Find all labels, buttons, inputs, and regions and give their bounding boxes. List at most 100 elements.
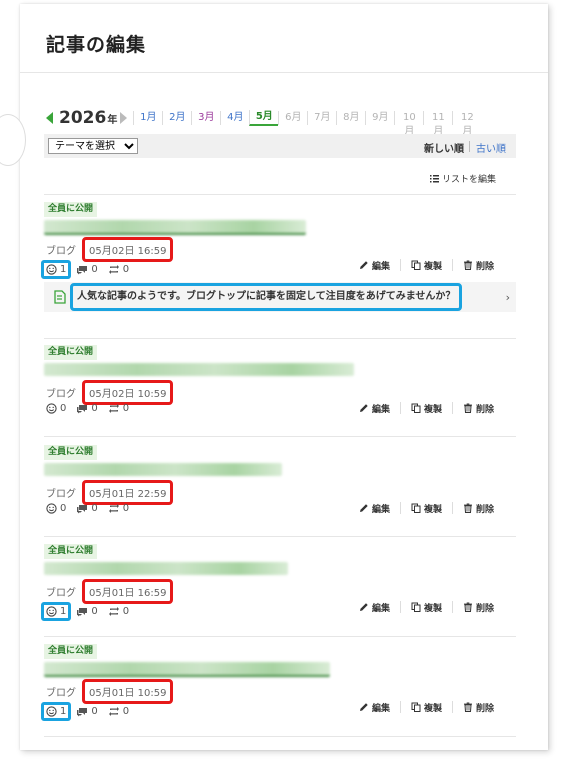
delete-button[interactable]: 削除	[451, 502, 504, 515]
month-2[interactable]: 2月	[162, 111, 191, 125]
edit-button[interactable]: 編集	[349, 701, 400, 714]
comment-stat: 0	[76, 606, 98, 617]
list-divider	[44, 194, 516, 195]
year-unit: 年	[107, 114, 118, 126]
delete-button[interactable]: 削除	[451, 259, 504, 272]
copy-button[interactable]: 複製	[399, 402, 452, 415]
month-7: 7月	[307, 111, 336, 125]
comment-icon	[76, 607, 88, 617]
article-stats: 1 0 0	[41, 702, 139, 721]
month-1[interactable]: 1月	[133, 111, 162, 125]
prev-year-arrow-icon[interactable]	[46, 112, 53, 124]
copy-button[interactable]: 複製	[399, 701, 452, 714]
article-category[interactable]: ブログ	[46, 242, 76, 257]
article-category[interactable]: ブログ	[46, 684, 76, 699]
edit-articles-panel: 記事の編集 2026 年 1月 2月 3月 4月 5月 6月 7月 8月 9月 …	[0, 4, 548, 750]
sort-newest[interactable]: 新しい順	[424, 140, 464, 155]
visibility-badge: 全員に公開	[44, 544, 98, 559]
comment-count: 0	[91, 606, 98, 617]
page-title: 記事の編集	[46, 34, 147, 56]
sort-oldest[interactable]: 古い順	[476, 140, 506, 155]
side-scroll-handle[interactable]	[0, 114, 26, 166]
trash-icon	[463, 503, 473, 513]
smile-icon	[46, 503, 57, 514]
article-category[interactable]: ブログ	[46, 385, 76, 400]
edit-list-label: リストを編集	[441, 175, 496, 185]
month-6: 6月	[278, 111, 307, 125]
visibility-badge: 全員に公開	[44, 202, 98, 217]
pin-suggestion-banner[interactable]: 人気な記事のようです。ブログトップに記事を固定して注目度をあげてみませんか？ ›	[44, 282, 516, 312]
article-stats: 0 0 0	[46, 403, 139, 414]
year-label: 2026	[59, 108, 107, 128]
reblog-count: 0	[122, 503, 130, 514]
entry-divider	[44, 636, 516, 637]
article-category[interactable]: ブログ	[46, 584, 76, 599]
delete-button[interactable]: 削除	[451, 402, 504, 415]
month-5[interactable]: 5月	[249, 110, 279, 126]
month-3[interactable]: 3月	[191, 111, 220, 125]
chevron-right-icon[interactable]: ›	[506, 291, 510, 304]
comment-icon	[76, 707, 88, 717]
article-date: 05月01日 22:59	[82, 480, 174, 505]
entry-divider	[44, 436, 516, 437]
article-meta: ブログ 05月01日 10:59	[46, 679, 174, 704]
trash-icon	[463, 602, 473, 612]
comment-icon	[76, 265, 88, 275]
like-count: 1	[60, 606, 67, 617]
article-category[interactable]: ブログ	[46, 485, 76, 500]
comment-icon	[76, 404, 88, 414]
month-8: 8月	[336, 111, 365, 125]
month-4[interactable]: 4月	[220, 111, 249, 125]
article-title-blurred[interactable]	[44, 562, 288, 575]
like-count: 1	[60, 264, 67, 275]
article-title-blurred[interactable]	[44, 463, 282, 476]
article-title-blurred[interactable]	[44, 220, 306, 235]
delete-button[interactable]: 削除	[451, 601, 504, 614]
pin-suggestion-text: 人気な記事のようです。ブログトップに記事を固定して注目度をあげてみませんか？	[70, 283, 463, 311]
reblog-count: 0	[122, 264, 130, 275]
article-meta: ブログ 05月02日 10:59	[46, 380, 174, 405]
article-actions: 編集 複製 削除	[349, 502, 504, 515]
comment-count: 0	[91, 503, 98, 514]
smile-icon	[46, 706, 57, 717]
delete-button[interactable]: 削除	[451, 701, 504, 714]
edit-button[interactable]: 編集	[349, 601, 400, 614]
copy-button[interactable]: 複製	[399, 502, 452, 515]
pencil-icon	[359, 702, 369, 712]
reblog-count: 0	[122, 706, 130, 717]
edit-button[interactable]: 編集	[349, 502, 400, 515]
comment-count: 0	[91, 264, 98, 275]
trash-icon	[463, 260, 473, 270]
article-date: 05月02日 10:59	[82, 380, 174, 405]
smile-icon	[46, 264, 57, 275]
reblog-icon	[108, 503, 120, 514]
edit-button[interactable]: 編集	[349, 402, 400, 415]
article-stats: 1 0 0	[41, 602, 139, 621]
comment-icon	[76, 504, 88, 514]
next-year-arrow-icon[interactable]	[120, 112, 128, 124]
theme-select[interactable]: テーマを選択	[48, 138, 138, 154]
like-stat: 1	[41, 602, 72, 621]
month-11: 11月	[423, 111, 452, 137]
copy-button[interactable]: 複製	[399, 259, 452, 272]
article-actions: 編集 複製 削除	[349, 259, 504, 272]
like-stat: 1	[41, 260, 72, 279]
visibility-badge: 全員に公開	[44, 644, 98, 659]
reblog-icon	[108, 606, 120, 617]
smile-icon	[46, 606, 57, 617]
article-title-blurred[interactable]	[44, 363, 354, 376]
year-month-nav: 2026 年 1月 2月 3月 4月 5月 6月 7月 8月 9月 10月 11…	[46, 108, 481, 137]
pencil-icon	[359, 403, 369, 413]
edit-button[interactable]: 編集	[349, 259, 400, 272]
copy-icon	[411, 602, 421, 612]
copy-button[interactable]: 複製	[399, 601, 452, 614]
month-10: 10月	[394, 111, 423, 137]
like-count: 0	[60, 503, 67, 514]
article-actions: 編集 複製 削除	[349, 701, 504, 714]
trash-icon	[463, 702, 473, 712]
edit-list-button[interactable]: リストを編集	[429, 172, 496, 185]
copy-icon	[411, 260, 421, 270]
article-title-blurred[interactable]	[44, 662, 330, 677]
like-stat: 0	[46, 503, 66, 514]
reblog-stat: 0	[108, 403, 129, 414]
